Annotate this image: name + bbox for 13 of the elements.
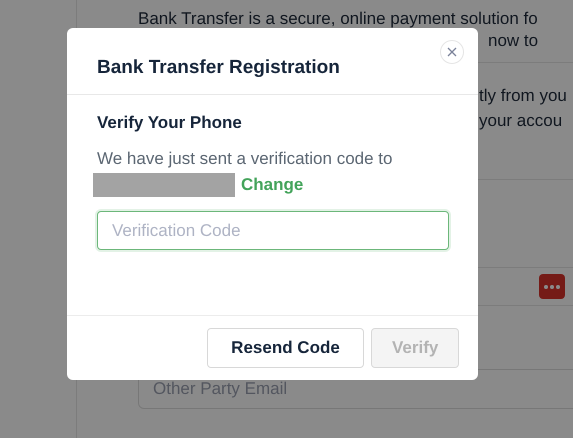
change-link[interactable]: Change xyxy=(241,175,304,195)
password-manager-icon[interactable] xyxy=(539,274,565,299)
section-heading: Verify Your Phone xyxy=(97,113,243,133)
modal-title: Bank Transfer Registration xyxy=(97,57,340,80)
intro-text: Bank Transfer is a secure, online payment solution fo xyxy=(138,8,539,30)
description-text: your accou xyxy=(479,110,564,132)
description-text: tly from you xyxy=(479,85,568,107)
verification-code-field[interactable]: Verification Code xyxy=(97,211,449,250)
resend-code-button[interactable]: Resend Code xyxy=(207,328,364,368)
close-button[interactable] xyxy=(440,40,464,64)
intro-text: now to xyxy=(488,30,540,52)
close-icon xyxy=(447,47,457,57)
message-text: We have just sent a verification code to xyxy=(97,149,394,169)
